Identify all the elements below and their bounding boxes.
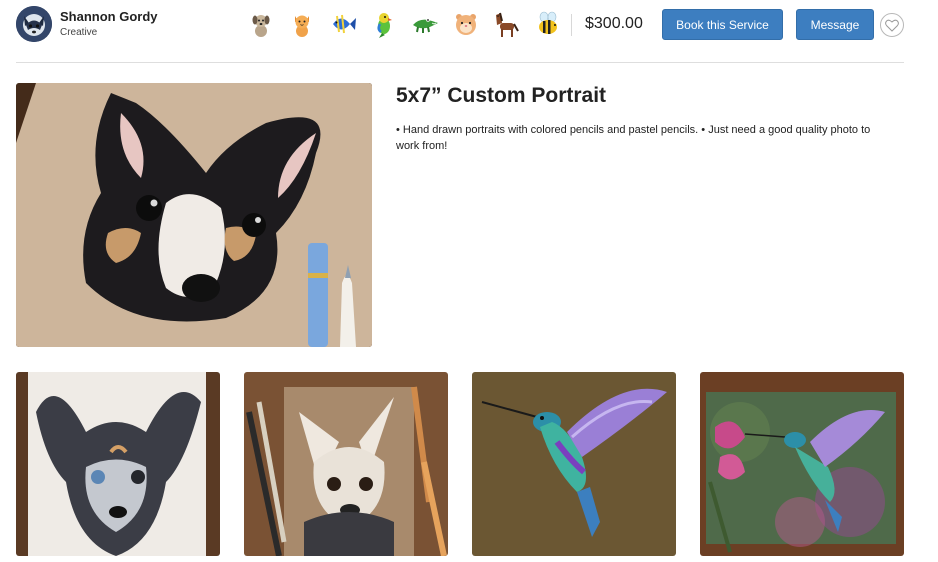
gallery-thumbnail-4[interactable] xyxy=(700,372,904,556)
fish-icon xyxy=(333,14,356,34)
header-separator xyxy=(16,62,904,63)
bee-icon xyxy=(539,11,557,34)
seller-avatar[interactable] xyxy=(16,6,52,42)
horse-icon xyxy=(496,12,519,37)
message-button[interactable]: Message xyxy=(796,9,874,40)
service-page: Shannon Gordy Creative $300.00 Book this… xyxy=(0,0,938,562)
hamster-icon xyxy=(456,14,476,35)
gallery-thumbnail-1[interactable] xyxy=(16,372,220,556)
service-price: $300.00 xyxy=(585,15,643,32)
heart-icon xyxy=(885,19,899,32)
crocodile-icon xyxy=(413,18,438,33)
listing-description: • Hand drawn portraits with colored penc… xyxy=(396,124,871,152)
listing-title: 5x7” Custom Portrait xyxy=(396,84,607,107)
seller-name[interactable]: Shannon Gordy xyxy=(60,9,158,24)
parrot-icon xyxy=(377,13,392,38)
dog-icon xyxy=(252,15,270,37)
cat-icon xyxy=(295,15,309,37)
header-divider xyxy=(571,14,572,36)
main-portrait-image[interactable] xyxy=(16,83,372,347)
gallery-thumbnail-3[interactable] xyxy=(472,372,676,556)
favorite-button[interactable] xyxy=(880,13,904,37)
gallery-thumbnail-2[interactable] xyxy=(244,372,448,556)
book-service-button[interactable]: Book this Service xyxy=(662,9,783,40)
seller-header: Shannon Gordy Creative $300.00 Book this… xyxy=(16,5,904,43)
seller-role: Creative xyxy=(60,27,98,38)
pet-type-badges xyxy=(246,7,563,41)
